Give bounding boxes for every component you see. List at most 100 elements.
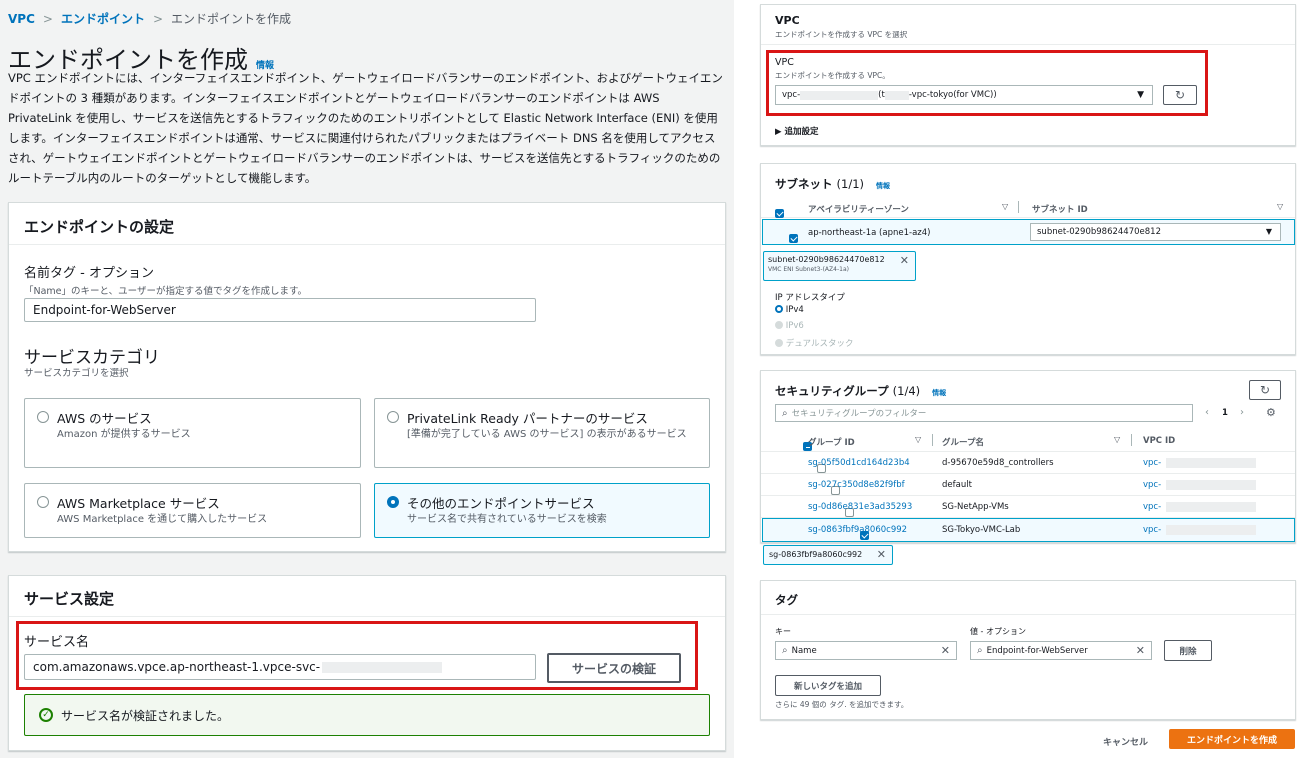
- subnet-select-all-checkbox[interactable]: [775, 209, 784, 218]
- vpc-select-value-c: -vpc-tokyo(for VMC)): [908, 90, 997, 100]
- caret-down-icon: ▼: [1137, 90, 1144, 100]
- sort-icon[interactable]: ▽: [1114, 435, 1120, 444]
- breadcrumb-endpoints[interactable]: エンドポイント: [61, 12, 145, 26]
- tile-other-endpoint-services[interactable]: その他のエンドポイントサービス サービス名で共有されているサービスを検索: [374, 483, 710, 538]
- close-icon[interactable]: ✕: [900, 254, 909, 267]
- caret-down-icon: ▼: [1265, 227, 1272, 236]
- radio-privatelink-partner[interactable]: [387, 411, 399, 423]
- col-subnet-id: サブネット ID: [1032, 205, 1088, 215]
- gear-icon[interactable]: ⚙: [1266, 406, 1276, 419]
- sg-row-id[interactable]: sg-0d86e831e3ad35293: [808, 502, 912, 512]
- breadcrumb-separator: >: [152, 12, 164, 26]
- subnet-row-checkbox[interactable]: [789, 234, 799, 243]
- add-tag-button[interactable]: 新しいタグを追加: [775, 675, 881, 696]
- subnet-id-select[interactable]: subnet-0290b98624470e812 ▼: [1030, 223, 1281, 241]
- highlight-box: [766, 50, 1208, 116]
- radio-dualstack: [775, 339, 783, 347]
- refresh-icon[interactable]: ↻: [1163, 85, 1197, 105]
- sg-row-id[interactable]: sg-05f50d1cd164d23b4: [808, 458, 910, 468]
- sort-icon[interactable]: ▽: [1277, 202, 1283, 211]
- name-tag-desc: 「Name」のキーと、ユーザーが指定する値でタグを作成します。: [24, 286, 308, 297]
- sg-row-id[interactable]: sg-0863fbf9a8060c992: [808, 525, 907, 535]
- divider: [761, 614, 1295, 615]
- search-icon: ⌕: [782, 645, 788, 656]
- service-name-input[interactable]: com.amazonaws.vpce.ap-northeast-1.vpce-s…: [24, 654, 536, 680]
- name-tag-input[interactable]: Endpoint-for-WebServer: [24, 298, 536, 322]
- redacted-block: [322, 661, 443, 673]
- radio-ipv4[interactable]: [775, 305, 783, 313]
- sg-row-id[interactable]: sg-027c350d8e82f9fbf: [808, 480, 905, 490]
- vpc-select-value-a: vpc-: [782, 90, 801, 100]
- clear-icon[interactable]: ✕: [1136, 644, 1145, 657]
- sg-row-name: SG-Tokyo-VMC-Lab: [942, 525, 1021, 535]
- sg-row-vpc[interactable]: vpc-: [1143, 502, 1161, 512]
- info-link[interactable]: 情報: [932, 389, 946, 397]
- ip-type-label: IP アドレスタイプ: [775, 293, 845, 303]
- prev-page-icon[interactable]: ‹: [1205, 407, 1209, 418]
- tag-value-value: Endpoint-for-WebServer: [986, 645, 1088, 656]
- service-settings-title: サービス設定: [24, 590, 115, 608]
- tag-key-value: Name: [791, 645, 817, 656]
- radio-ipv6: [775, 321, 783, 329]
- advanced-settings-label: 追加設定: [784, 127, 819, 137]
- radio-marketplace[interactable]: [37, 496, 49, 508]
- search-icon: ⌕: [977, 645, 983, 656]
- service-category-desc: サービスカテゴリを選択: [24, 368, 129, 379]
- tile-title: その他のエンドポイントサービス: [407, 496, 595, 511]
- service-name-value: com.amazonaws.vpce.ap-northeast-1.vpce-s…: [33, 660, 321, 674]
- redacted-block: [1166, 480, 1256, 490]
- verify-service-button[interactable]: サービスの検証: [547, 653, 681, 683]
- sg-count: (1/4): [892, 384, 921, 398]
- col-group-name: グループ名: [942, 438, 984, 448]
- ip-option-label: IPv4: [785, 305, 804, 315]
- breadcrumb-separator: >: [42, 12, 53, 26]
- tile-sub: AWS Marketplace を通じて購入したサービス: [57, 514, 268, 525]
- caret-right-icon: ▶: [775, 127, 785, 137]
- radio-aws-services[interactable]: [37, 411, 49, 423]
- tag-value-input[interactable]: ⌕ Endpoint-for-WebServer ✕: [970, 641, 1152, 660]
- page-number[interactable]: 1: [1222, 408, 1228, 418]
- create-endpoint-button[interactable]: エンドポイントを作成: [1169, 729, 1295, 749]
- tile-privatelink-partner[interactable]: PrivateLink Ready パートナーのサービス [準備が完了している …: [374, 398, 710, 468]
- refresh-icon[interactable]: ↻: [1249, 380, 1281, 400]
- ip-option-ipv4[interactable]: IPv4: [775, 305, 804, 315]
- redacted-block: [1166, 502, 1256, 512]
- endpoint-settings-title: エンドポイントの設定: [24, 218, 175, 236]
- advanced-settings-toggle[interactable]: ▶ 追加設定: [775, 125, 819, 137]
- divider: [9, 244, 725, 245]
- clear-icon[interactable]: ✕: [941, 644, 950, 657]
- tile-marketplace[interactable]: AWS Marketplace サービス AWS Marketplace を通じ…: [24, 483, 361, 538]
- remove-tag-button[interactable]: 削除: [1164, 640, 1212, 661]
- cancel-button[interactable]: キャンセル: [1103, 735, 1148, 748]
- vpc-select[interactable]: vpc- (t -vpc-tokyo(for VMC)) ▼: [775, 85, 1153, 105]
- info-link[interactable]: 情報: [876, 182, 890, 190]
- breadcrumb-vpc[interactable]: VPC: [8, 12, 35, 26]
- ip-option-dualstack: デュアルスタック: [775, 337, 853, 349]
- sort-icon[interactable]: ▽: [1002, 202, 1008, 211]
- sg-row-vpc[interactable]: vpc-: [1143, 458, 1161, 468]
- sort-icon[interactable]: ▽: [915, 435, 921, 444]
- sg-row-vpc[interactable]: vpc-: [1143, 480, 1161, 490]
- tile-title: AWS のサービス: [57, 411, 152, 426]
- sg-filter-input[interactable]: ⌕ セキュリティグループのフィルター: [775, 404, 1193, 422]
- tags-panel-title: タグ: [775, 593, 798, 607]
- subnet-token-id: subnet-0290b98624470e812: [768, 255, 885, 264]
- name-tag-label: 名前タグ - オプション: [24, 266, 154, 281]
- tag-key-input[interactable]: ⌕ Name ✕: [775, 641, 957, 660]
- vpc-panel-desc: エンドポイントを作成する VPC を選択: [775, 30, 908, 39]
- page-description: VPC エンドポイントには、インターフェイスエンドポイント、ゲートウェイロードバ…: [8, 71, 723, 185]
- tile-aws-services[interactable]: AWS のサービス Amazon が提供するサービス: [24, 398, 361, 468]
- sg-panel-title: セキュリティグループ (1/4) 情報: [775, 383, 946, 399]
- tag-key-label: キー: [775, 627, 791, 636]
- ip-option-ipv6: IPv6: [775, 321, 804, 331]
- vpc-field-label: VPC: [775, 57, 794, 68]
- service-name-label: サービス名: [24, 635, 90, 650]
- sg-row-vpc[interactable]: vpc-: [1143, 525, 1161, 535]
- subnet-token-desc: VMC ENI Subnet3-(AZ4-1a): [768, 266, 849, 273]
- close-icon[interactable]: ✕: [877, 548, 886, 561]
- sg-row-name: d-95670e59d8_controllers: [942, 458, 1054, 468]
- vpc-panel-title: VPC: [775, 14, 800, 27]
- sg-title-text: セキュリティグループ: [775, 384, 889, 398]
- radio-other-endpoint-services[interactable]: [387, 496, 399, 508]
- next-page-icon[interactable]: ›: [1240, 407, 1244, 418]
